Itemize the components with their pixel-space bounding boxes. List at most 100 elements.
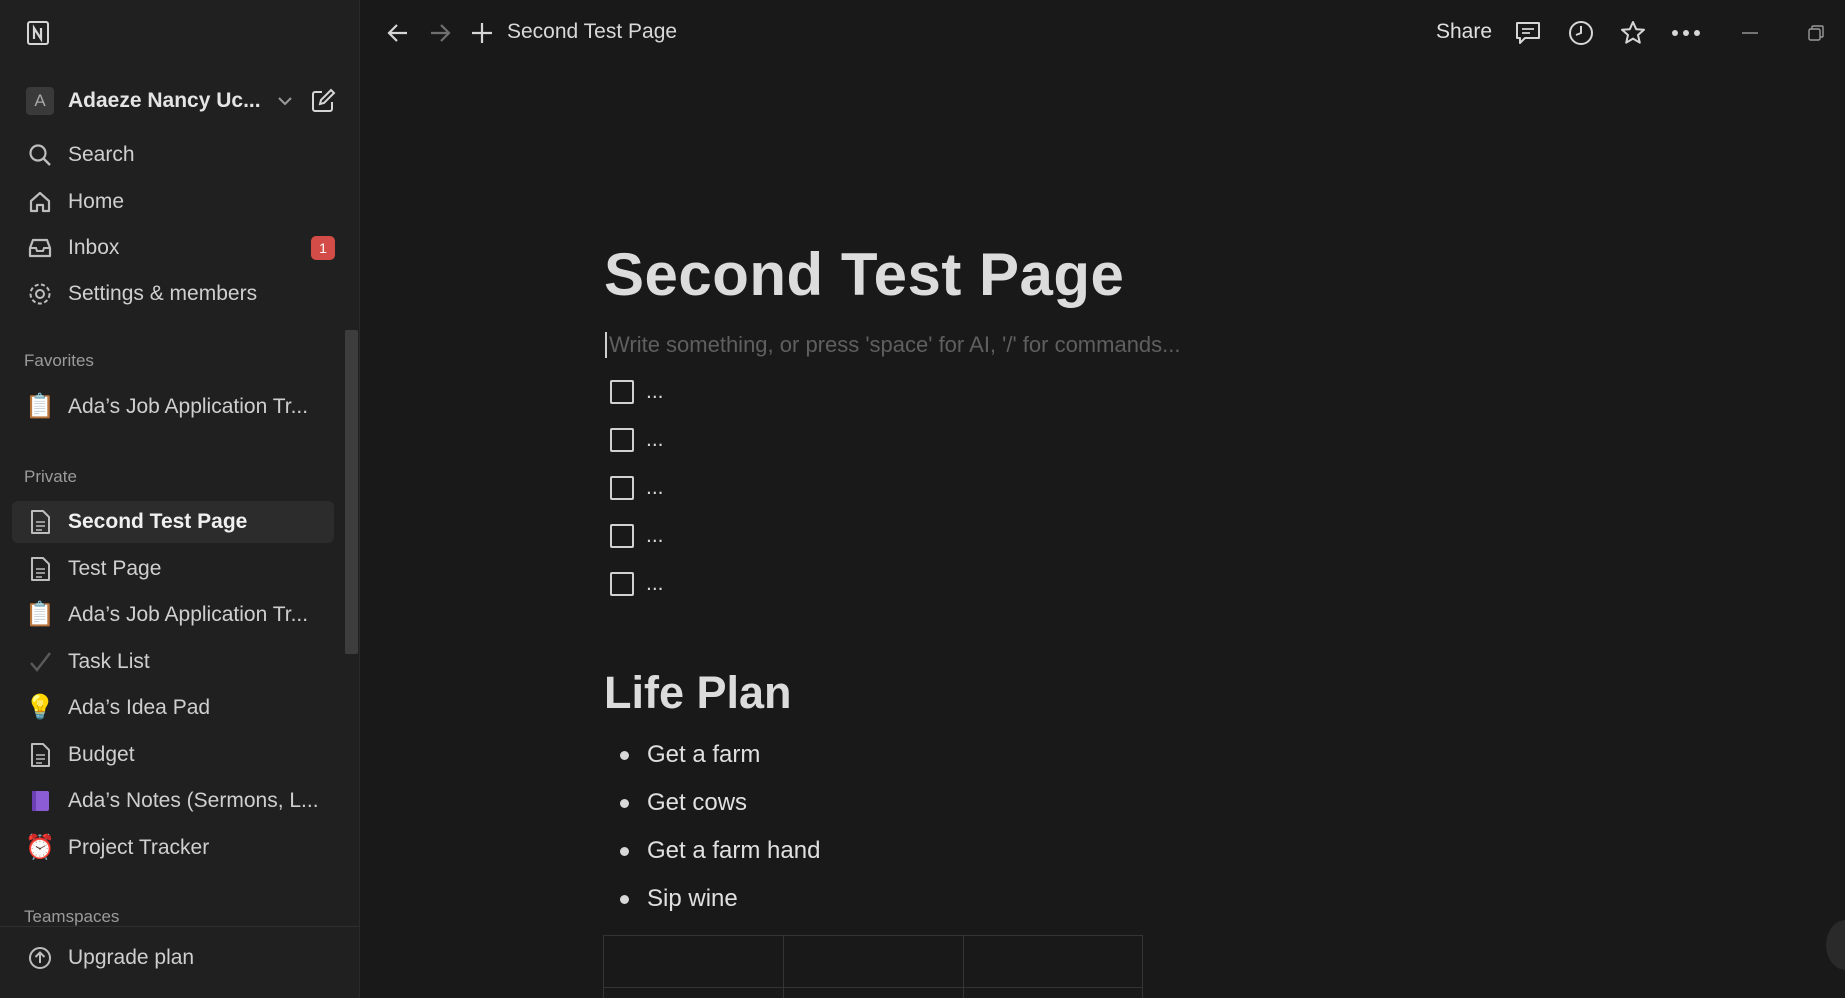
breadcrumb-page-title[interactable]: Second Test Page [507,20,677,44]
history-clock-icon[interactable] [1565,17,1597,49]
window-minimize-icon[interactable] [1734,17,1766,49]
table-cell[interactable] [783,987,964,998]
todo-item[interactable]: ... [610,377,664,407]
upgrade-arrow-icon [26,944,54,972]
inbox-icon [26,234,54,262]
purple-book-icon [26,787,54,815]
teamspaces-section-label[interactable]: Teamspaces [24,907,119,927]
table-cell[interactable] [603,935,784,988]
bullet-dot [620,750,629,760]
sidebar-item-label: Settings & members [68,282,258,305]
sidebar-page-item[interactable]: Second Test Page [12,501,334,543]
clipboard-icon: 📋 [25,393,55,420]
section-heading[interactable]: Life Plan [604,667,792,719]
sidebar-item-inbox[interactable]: Inbox 1 [12,227,335,269]
todo-text[interactable]: ... [646,428,664,452]
todo-item[interactable]: ... [610,425,664,455]
home-icon [26,188,54,216]
todo-text[interactable]: ... [646,380,664,404]
sidebar-item-search[interactable]: Search [12,134,334,176]
table-cell[interactable] [963,935,1143,988]
bullet-item[interactable]: Sip wine [620,883,738,915]
lightbulb-icon: 💡 [25,694,55,721]
sidebar-item-label: Test Page [68,557,162,580]
bullet-text[interactable]: Sip wine [647,885,738,913]
sidebar-page-item[interactable]: Ada’s Notes (Sermons, L... [12,780,334,822]
bullet-text[interactable]: Get a farm hand [647,837,820,865]
todo-checkbox[interactable] [610,524,634,548]
upgrade-plan-button[interactable]: Upgrade plan [12,937,334,979]
sidebar-page-item[interactable]: 📋 Ada’s Job Application Tr... [12,594,334,636]
more-options-icon[interactable] [1670,17,1702,49]
bullet-dot [620,894,629,904]
notion-app: A Adaeze Nancy Uc... Search Home Inbox 1… [0,0,1845,998]
sidebar-item-label: Ada’s Job Application Tr... [68,603,309,626]
sidebar-scrollbar[interactable] [345,330,358,654]
bullet-text[interactable]: Get a farm [647,741,760,769]
window-restore-icon[interactable] [1800,17,1832,49]
sidebar-item-label: Task List [68,650,150,673]
workspace-name: Adaeze Nancy Uc... [68,89,261,112]
workspace-switcher[interactable]: A Adaeze Nancy Uc... [12,80,348,122]
new-page-plus-icon[interactable] [466,17,498,49]
page-icon [26,741,54,769]
todo-checkbox[interactable] [610,476,634,500]
sidebar-favorite-item[interactable]: 📋 Ada’s Job Application Tr... [12,386,334,428]
alarm-clock-icon: ⏰ [25,834,55,861]
bullet-item[interactable]: Get a farm [620,739,760,771]
upgrade-plan-label: Upgrade plan [68,946,195,969]
new-page-compose-icon[interactable] [308,86,338,116]
sidebar-page-item[interactable]: 💡 Ada’s Idea Pad [12,687,334,729]
bullet-item[interactable]: Get a farm hand [620,835,820,867]
private-section-label[interactable]: Private [24,467,77,487]
workspace-avatar: A [26,87,54,115]
todo-checkbox[interactable] [610,572,634,596]
page-icon [26,508,54,536]
sidebar-item-label: Search [68,143,135,166]
sidebar-item-home[interactable]: Home [12,181,334,223]
checkmark-icon [26,648,54,676]
todo-text[interactable]: ... [646,476,664,500]
sidebar-item-label: Inbox [68,236,120,259]
help-floating-button[interactable] [1826,920,1845,970]
todo-checkbox[interactable] [610,428,634,452]
comment-icon[interactable] [1512,17,1544,49]
share-button[interactable]: Share [1436,20,1492,44]
favorite-star-icon[interactable] [1617,17,1649,49]
sidebar-footer: Upgrade plan [0,926,359,998]
sidebar-page-item[interactable]: Test Page [12,548,334,590]
sidebar-item-label: Home [68,190,125,213]
page-icon [26,555,54,583]
sidebar-item-label: Ada’s Notes (Sermons, L... [68,789,319,812]
todo-text[interactable]: ... [646,524,664,548]
notion-logo-icon[interactable] [26,20,52,46]
sidebar-item-label: Ada’s Job Application Tr... [68,395,309,418]
todo-item[interactable]: ... [610,521,664,551]
sidebar-item-label: Budget [68,743,135,766]
sidebar-item-label: Project Tracker [68,836,210,859]
page-title[interactable]: Second Test Page [604,240,1124,309]
favorites-section-label[interactable]: Favorites [24,351,94,371]
bullet-dot [620,846,629,856]
gear-icon [26,280,54,308]
todo-text[interactable]: ... [646,572,664,596]
back-arrow-icon[interactable] [382,17,414,49]
sidebar-page-item[interactable]: ⏰ Project Tracker [12,827,334,869]
todo-item[interactable]: ... [610,569,664,599]
sidebar-page-item[interactable]: Budget [12,734,334,776]
forward-arrow-icon[interactable] [424,17,456,49]
sidebar-page-item[interactable]: Task List [12,641,334,683]
table-cell[interactable] [963,987,1143,998]
table-cell[interactable] [603,987,784,998]
sidebar-item-settings[interactable]: Settings & members [12,273,334,315]
todo-checkbox[interactable] [610,380,634,404]
bullet-text[interactable]: Get cows [647,789,747,817]
bullet-dot [620,798,629,808]
table-cell[interactable] [783,935,964,988]
chevron-down-icon[interactable] [276,92,294,110]
bullet-item[interactable]: Get cows [620,787,747,819]
simple-table[interactable] [603,935,1143,998]
todo-item[interactable]: ... [610,473,664,503]
clipboard-icon: 📋 [25,601,55,628]
empty-block-placeholder[interactable]: Write something, or press 'space' for AI… [605,332,1181,358]
